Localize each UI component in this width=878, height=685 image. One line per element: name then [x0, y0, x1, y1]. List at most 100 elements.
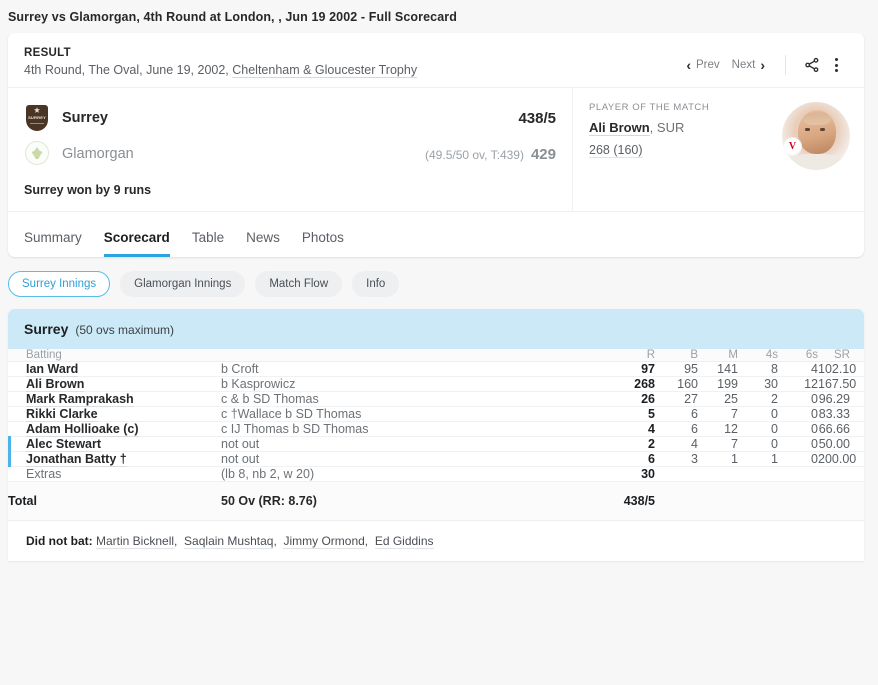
- batsman-cell[interactable]: Alec Stewart: [8, 437, 221, 452]
- result-header: RESULT 4th Round, The Oval, June 19, 200…: [8, 33, 864, 87]
- batsman-cell[interactable]: Ian Ward: [8, 362, 221, 377]
- innings-team-name: Surrey: [24, 321, 68, 337]
- table-header-row: Batting R B M 4s 6s SR: [8, 349, 864, 362]
- potm-player-name: Ali Brown: [589, 120, 650, 136]
- match-tabs: Summary Scorecard Table News Photos: [8, 211, 864, 257]
- extras-detail: (lb 8, nb 2, w 20): [221, 467, 610, 482]
- tab-scorecard[interactable]: Scorecard: [104, 230, 170, 257]
- tab-photos[interactable]: Photos: [302, 230, 344, 257]
- sixes-cell: 12: [778, 377, 818, 392]
- pill-match-flow[interactable]: Match Flow: [255, 271, 342, 297]
- share-button[interactable]: [800, 53, 824, 77]
- batsman-cell[interactable]: Jonathan Batty †: [8, 452, 221, 467]
- team-row[interactable]: SURREY Surrey 438/5: [24, 100, 556, 136]
- innings-filter-pills: Surrey Innings Glamorgan Innings Match F…: [0, 257, 878, 309]
- minutes-cell: 141: [698, 362, 738, 377]
- verified-badge-icon: V: [783, 137, 802, 156]
- series-link[interactable]: Cheltenham & Gloucester Trophy: [232, 63, 417, 78]
- runs-cell: 6: [610, 452, 655, 467]
- batsman-cell[interactable]: Adam Hollioake (c): [8, 422, 221, 437]
- result-subtitle: 4th Round, The Oval, June 19, 2002, Chel…: [24, 63, 680, 77]
- balls-cell: 27: [655, 392, 698, 407]
- batsman-cell[interactable]: Ali Brown: [8, 377, 221, 392]
- strike-rate-cell: 83.33: [818, 407, 864, 422]
- runs-cell: 4: [610, 422, 655, 437]
- table-row[interactable]: Rikki Clarke c †Wallace b SD Thomas 5 6 …: [8, 407, 864, 422]
- result-label: RESULT: [24, 47, 680, 59]
- team-overs: (49.5/50 ov, T:439): [425, 148, 524, 162]
- potm-player[interactable]: Ali Brown, SUR: [589, 120, 782, 135]
- dnb-player[interactable]: Jimmy Ormond: [283, 534, 364, 549]
- table-row[interactable]: Alec Stewart not out 2 4 7 0 0 50.00: [8, 437, 864, 452]
- minutes-cell: 1: [698, 452, 738, 467]
- pill-surrey-innings[interactable]: Surrey Innings: [8, 271, 110, 297]
- table-row[interactable]: Adam Hollioake (c) c IJ Thomas b SD Thom…: [8, 422, 864, 437]
- col-balls: B: [655, 349, 698, 362]
- pill-info[interactable]: Info: [352, 271, 399, 297]
- runs-cell: 2: [610, 437, 655, 452]
- strike-rate-cell: 167.50: [818, 377, 864, 392]
- result-summary-text: Surrey won by 9 runs: [24, 183, 556, 197]
- tab-table[interactable]: Table: [192, 230, 224, 257]
- chevron-left-icon: ‹: [686, 58, 691, 72]
- prev-match-button[interactable]: ‹ Prev: [680, 55, 725, 75]
- batting-rows: Ian Ward b Croft 97 95 141 8 4 102.10 Al…: [8, 362, 864, 521]
- team-row[interactable]: Glamorgan (49.5/50 ov, T:439) 429: [24, 136, 556, 172]
- dismissal-cell: c & b SD Thomas: [221, 392, 610, 407]
- fours-cell: 1: [738, 452, 778, 467]
- more-options-button[interactable]: [824, 53, 848, 77]
- balls-cell: 160: [655, 377, 698, 392]
- dismissal-cell: not out: [221, 452, 610, 467]
- dismissal-cell: c IJ Thomas b SD Thomas: [221, 422, 610, 437]
- strike-rate-cell: 200.00: [818, 452, 864, 467]
- strike-rate-cell: 50.00: [818, 437, 864, 452]
- balls-cell: 3: [655, 452, 698, 467]
- tab-news[interactable]: News: [246, 230, 280, 257]
- balls-cell: 4: [655, 437, 698, 452]
- innings-header: Surrey (50 ovs maximum): [8, 309, 864, 349]
- batsman-cell[interactable]: Rikki Clarke: [8, 407, 221, 422]
- total-row: Total 50 Ov (RR: 8.76) 438/5: [8, 482, 864, 521]
- minutes-cell: 7: [698, 407, 738, 422]
- sixes-cell: 0: [778, 407, 818, 422]
- table-row[interactable]: Mark Ramprakash c & b SD Thomas 26 27 25…: [8, 392, 864, 407]
- dnb-player[interactable]: Saqlain Mushtaq: [184, 534, 273, 549]
- total-blank-sr: [818, 482, 864, 521]
- col-minutes: M: [698, 349, 738, 362]
- team-score: 438/5: [518, 110, 556, 127]
- result-subtitle-prefix: 4th Round, The Oval, June 19, 2002,: [24, 63, 232, 77]
- teams-scores: SURREY Surrey 438/5 Glamorgan (49.5/50 o…: [8, 88, 572, 211]
- teams-and-potm: SURREY Surrey 438/5 Glamorgan (49.5/50 o…: [8, 87, 864, 211]
- extras-blank-m: [698, 467, 738, 482]
- sixes-cell: 0: [778, 392, 818, 407]
- chevron-right-icon: ›: [760, 58, 765, 72]
- col-runs: R: [610, 349, 655, 362]
- sixes-cell: 0: [778, 422, 818, 437]
- dnb-player[interactable]: Martin Bicknell: [96, 534, 174, 549]
- extras-blank-b: [655, 467, 698, 482]
- team-name: Glamorgan: [62, 146, 134, 162]
- table-row[interactable]: Ali Brown b Kasprowicz 268 160 199 30 12…: [8, 377, 864, 392]
- team-score-wrap: 438/5: [511, 110, 556, 127]
- pill-glamorgan-innings[interactable]: Glamorgan Innings: [120, 271, 245, 297]
- tab-summary[interactable]: Summary: [24, 230, 82, 257]
- table-row[interactable]: Jonathan Batty † not out 6 3 1 1 0 200.0…: [8, 452, 864, 467]
- innings-overs-note: (50 ovs maximum): [75, 323, 174, 337]
- team-score-wrap: (49.5/50 ov, T:439) 429: [425, 146, 556, 163]
- kebab-menu-icon: [835, 58, 838, 72]
- potm-player-team-sep: ,: [650, 120, 657, 135]
- dnb-player[interactable]: Ed Giddins: [375, 534, 434, 549]
- total-blank-m: [698, 482, 738, 521]
- table-row[interactable]: Ian Ward b Croft 97 95 141 8 4 102.10: [8, 362, 864, 377]
- total-blank-6s: [778, 482, 818, 521]
- total-value: 438/5: [610, 482, 655, 521]
- batsman-cell[interactable]: Mark Ramprakash: [8, 392, 221, 407]
- minutes-cell: 7: [698, 437, 738, 452]
- total-label: Total: [8, 482, 221, 521]
- sixes-cell: 4: [778, 362, 818, 377]
- next-label: Next: [732, 59, 756, 71]
- minutes-cell: 199: [698, 377, 738, 392]
- team-score: 429: [531, 146, 556, 163]
- next-match-button[interactable]: Next ›: [726, 55, 771, 75]
- glamorgan-daffodil-logo: [24, 141, 50, 167]
